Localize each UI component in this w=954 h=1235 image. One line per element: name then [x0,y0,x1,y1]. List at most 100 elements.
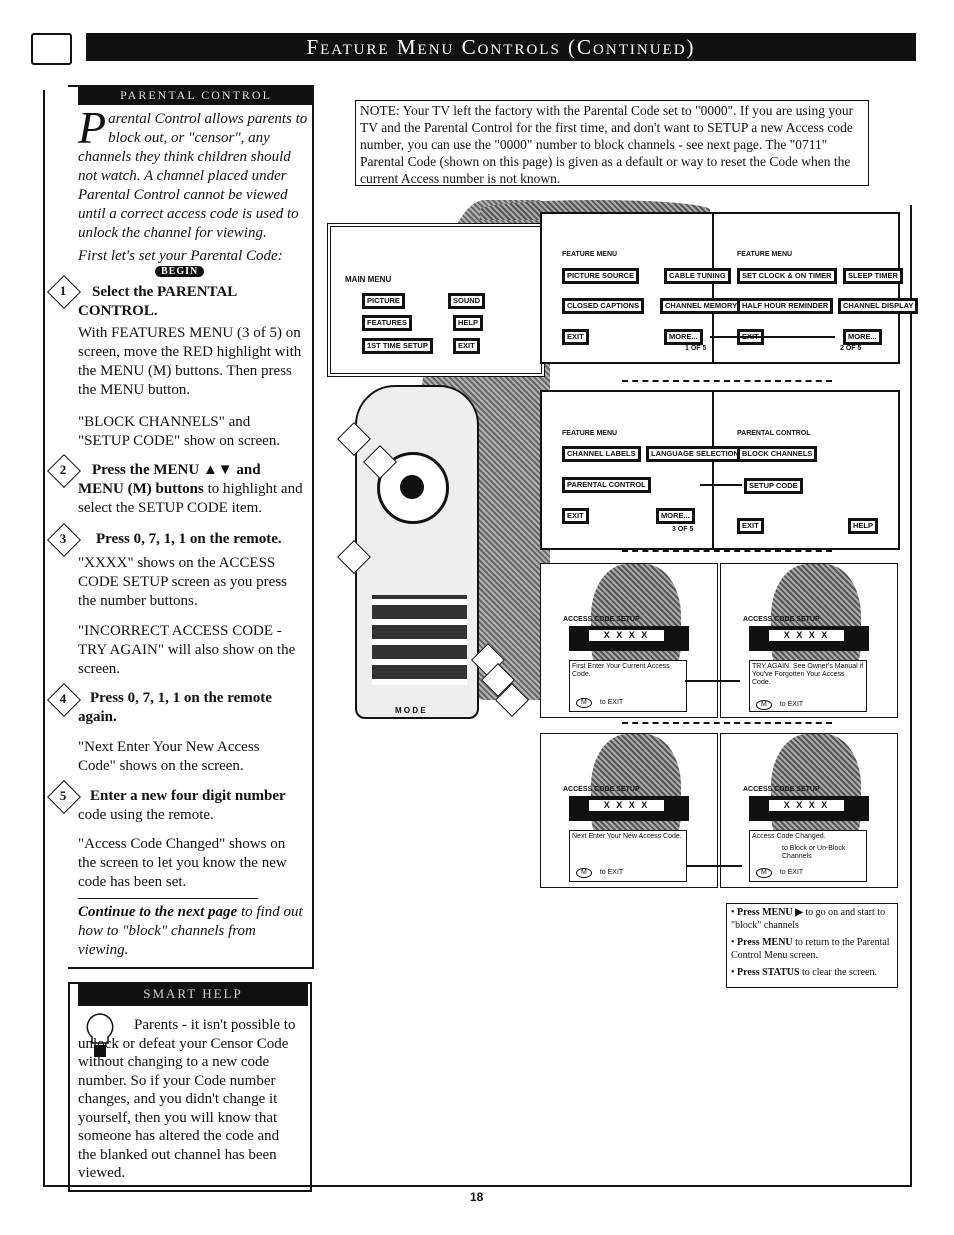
m-button-icon: M [756,868,772,878]
exit-hint: to EXIT [779,701,804,708]
smart-help-text: Parents - it isn't possible to unlock or… [78,1017,296,1181]
step-5-title: Enter a new four digit number [90,788,286,804]
menu-item-features[interactable]: FEATURES [362,315,412,331]
tip-item: • Press MENU to return to the Parental C… [731,937,890,961]
menu-m-button [400,475,424,499]
divider [78,898,258,899]
step-5-body: code using the remote. [78,807,214,823]
step-1-body: With FEATURES MENU (3 of 5) on screen, m… [78,325,302,398]
menu-item-help[interactable]: HELP [453,315,484,331]
parental-menu-title: PARENTAL CONTROL [737,430,811,437]
page-number: 18 [470,1190,484,1204]
exit-hint: to EXIT [599,869,624,876]
flow-arrow [687,865,742,867]
menu-item-more[interactable]: MORE... [843,329,882,345]
flow-dashed-line [622,722,832,724]
step-number: 3 [59,531,67,546]
main-menu-title: MAIN MENU [345,275,392,284]
menu-item-more[interactable]: MORE... [656,508,695,524]
screen-message: Next Enter Your New Access Code. [572,833,682,840]
tip-item: • Press MENU ▶ to go on and start to "bl… [731,907,886,931]
intro-text: Parental Control allows parents to block… [78,102,310,243]
menu-item-half-hour-reminder[interactable]: HALF HOUR REMINDER [737,298,834,314]
access-code-screen-2: ACCESS CODE SETUP X X X X TRY AGAIN. See… [720,563,898,718]
menu-item-sleep-timer[interactable]: SLEEP TIMER [843,268,903,284]
flow-arrow [700,484,742,486]
code-field: X X X X [589,630,664,641]
menu-item-exit[interactable]: EXIT [453,338,480,354]
divider [712,212,714,362]
begin-badge: BEGIN [155,266,205,277]
step-number: 2 [59,462,67,477]
manual-page: Feature Menu Controls (Continued) Parent… [0,0,954,1235]
menu-item-first-time-setup[interactable]: 1ST TIME SETUP [362,338,433,354]
menu-item-channel-memory[interactable]: CHANNEL MEMORY [660,298,743,314]
page-indicator: 3 OF 5 [672,526,694,533]
step-3-title: Press 0, 7, 1, 1 on the remote. [96,531,282,547]
tip-item: • Press STATUS to clear the screen. [731,967,877,978]
menu-item-picture-source[interactable]: PICTURE SOURCE [562,268,640,284]
m-button-icon: M [576,698,592,708]
menu-item-language-selection[interactable]: LANGUAGE SELECTION [646,446,744,462]
frame-line [43,90,45,1185]
drop-cap: P [78,102,107,153]
code-field: X X X X [769,800,844,811]
menu-item-more[interactable]: MORE... [664,329,703,345]
exit-hint: to EXIT [599,699,624,706]
step-3-body: "XXXX" shows on the ACCESS CODE SETUP sc… [78,555,287,609]
menu-item-help[interactable]: HELP [848,518,879,534]
code-field: X X X X [589,800,664,811]
menu-item-exit[interactable]: EXIT [737,518,764,534]
menu-item-block-channels[interactable]: BLOCK CHANNELS [737,446,818,462]
mode-label: M O D E [395,706,426,715]
feature-menu-title: FEATURE MENU [562,430,618,437]
divider [712,390,714,548]
flow-arrow [710,336,835,338]
step-1-title: Select the PARENTAL CONTROL. [78,284,237,319]
tips-box: • Press MENU ▶ to go on and start to "bl… [726,903,898,988]
step-4-body: "Next Enter Your New Access Code" shows … [78,739,260,774]
menu-item-cable-tuning[interactable]: CABLE TUNING [664,268,731,284]
menu-item-parental-control[interactable]: PARENTAL CONTROL [562,477,651,493]
menu-item-setup-code[interactable]: SETUP CODE [744,478,803,494]
step-5-extra: "Access Code Changed" shows on the scree… [78,836,287,890]
continue-bold: Continue to the next page [78,904,238,920]
menu-item-sound[interactable]: SOUND [448,293,486,309]
step-number: 4 [59,691,67,706]
screen-title: ACCESS CODE SETUP [563,616,640,623]
flow-dashed-line [622,550,832,552]
code-field: X X X X [769,630,844,641]
page-title: Feature Menu Controls (Continued) [86,33,916,61]
number-keypad [372,595,467,685]
menu-item-closed-captions[interactable]: CLOSED CAPTIONS [562,298,645,314]
menu-item-picture[interactable]: PICTURE [362,293,405,309]
note-box: NOTE: Your TV left the factory with the … [355,100,869,186]
frame-line [910,205,912,1187]
screen-title: ACCESS CODE SETUP [743,786,820,793]
screen-message: TRY AGAIN. See Owner's Manual if You've … [752,663,864,686]
intro-body: arental Control allows parents to block … [78,111,308,241]
first-text: First let's set your Parental Code: [78,248,283,264]
menu-item-exit[interactable]: EXIT [562,329,589,345]
menu-item-channel-labels[interactable]: CHANNEL LABELS [562,446,641,462]
screen-title: ACCESS CODE SETUP [563,786,640,793]
smart-help-title: Smart Help [78,982,308,1006]
feature-menu-screens-3-parental [540,390,900,550]
feature-menu-title: FEATURE MENU [737,251,793,258]
menu-item-exit[interactable]: EXIT [562,508,589,524]
block-hint: to Block or Un-Block Channels [782,845,846,860]
step-number: 5 [59,788,67,803]
step-number: 1 [59,283,67,298]
flow-arrow [685,680,740,682]
menu-item-set-clock[interactable]: SET CLOCK & ON TIMER [737,268,837,284]
flow-dashed-line [622,380,832,382]
step-1-extra: "BLOCK CHANNELS" and "SETUP CODE" show o… [78,414,281,449]
access-code-screen-1: ACCESS CODE SETUP X X X X First Enter Yo… [540,563,718,718]
section-title: Parental Control [78,85,314,105]
m-button-icon: M [756,700,772,710]
main-menu-screen [327,223,545,377]
menu-item-channel-display[interactable]: CHANNEL DISPLAY [838,298,919,314]
exit-hint: to EXIT [779,869,804,876]
feature-menu-title: FEATURE MENU [562,251,618,258]
page-indicator: 1 OF 5 [685,345,707,352]
